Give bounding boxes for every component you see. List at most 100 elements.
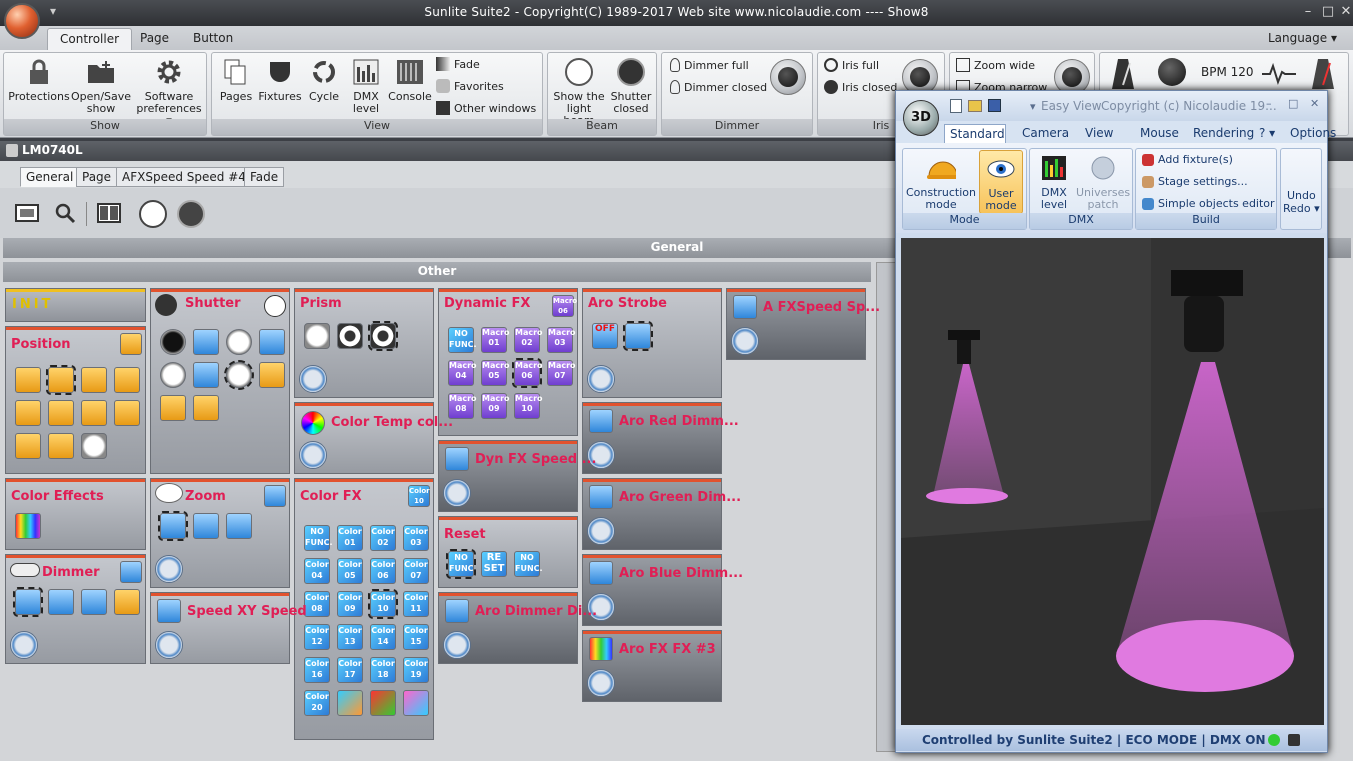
minimize-icon[interactable]: –	[1299, 3, 1317, 21]
color-button[interactable]: Color 20	[304, 690, 330, 716]
zoom-dial[interactable]	[155, 555, 183, 583]
ramp-icon[interactable]	[259, 362, 285, 388]
strobe-on-icon[interactable]	[623, 321, 653, 351]
screen-icon[interactable]	[14, 200, 40, 226]
macro-button[interactable]: Macro 01	[481, 327, 510, 353]
reset-nofunc-2-button[interactable]: NO FUNC.	[514, 551, 543, 577]
dimmer-closed-button[interactable]: Dimmer closed	[670, 79, 767, 97]
color-button[interactable]: Color 06	[370, 558, 396, 584]
center-pattern-icon[interactable]	[46, 365, 76, 395]
3d-scene-viewport[interactable]	[901, 238, 1324, 725]
settings-icon[interactable]	[1288, 734, 1300, 746]
color-button[interactable]: Color 19	[403, 657, 429, 683]
universes-patch-button[interactable]: Universes patch	[1076, 153, 1130, 211]
aro-green-dial[interactable]	[587, 517, 615, 545]
color-button[interactable]: Color 02	[370, 525, 396, 551]
metronome-red-icon[interactable]	[1310, 57, 1336, 94]
quick-access-dropdown-icon[interactable]: ▾	[1030, 100, 1036, 113]
color-button[interactable]: Color 01	[337, 525, 363, 551]
afx-speed-dial[interactable]	[731, 327, 759, 355]
prism-off-icon[interactable]	[304, 323, 330, 349]
search-icon[interactable]	[52, 200, 78, 226]
maximize-icon[interactable]: □	[1319, 3, 1337, 21]
open-folder-icon[interactable]	[968, 100, 982, 112]
s-pattern-icon[interactable]	[114, 367, 140, 393]
color-button[interactable]: Color 05	[337, 558, 363, 584]
macro-button[interactable]: Macro 10	[514, 393, 543, 419]
prism-dial[interactable]	[299, 365, 327, 393]
shutter-open-2-icon[interactable]	[160, 362, 186, 388]
zoom-2-icon[interactable]	[193, 513, 219, 539]
user-mode-button[interactable]: User mode	[979, 150, 1023, 214]
tab-page[interactable]: Page	[128, 28, 181, 50]
shutter-open-icon[interactable]	[226, 329, 252, 355]
protections-button[interactable]: Protections	[8, 57, 70, 103]
zoom-wide-button[interactable]: Zoom wide	[956, 57, 1035, 75]
undo-button[interactable]: Undo	[1287, 189, 1316, 202]
view3d-help-menu[interactable]: ? ▾	[1254, 124, 1280, 143]
random-strobe-icon[interactable]	[193, 362, 219, 388]
dimmer-dial[interactable]	[10, 631, 38, 659]
double-horizontal-pattern-icon[interactable]	[114, 400, 140, 426]
color-button[interactable]: Color 11	[403, 591, 429, 617]
language-menu[interactable]: Language ▾	[1268, 31, 1337, 45]
dmx-level-button[interactable]: DMX level	[346, 57, 386, 115]
color-effect-icon[interactable]	[403, 690, 429, 716]
color-nofunc-button[interactable]: NO FUNC.	[304, 525, 333, 551]
macro-button[interactable]: Macro 06	[512, 358, 543, 388]
color-button[interactable]: Color 17	[337, 657, 363, 683]
view3d-tab-mouse[interactable]: Mouse	[1135, 124, 1184, 143]
app-orb-button[interactable]	[4, 3, 40, 39]
rainbow-icon[interactable]	[15, 513, 41, 539]
simple-objects-editor-button[interactable]: Simple objects editor	[1142, 195, 1275, 213]
macro-button[interactable]: Macro 04	[448, 360, 477, 386]
pulse-icon[interactable]	[259, 329, 285, 355]
tap-button[interactable]	[1158, 58, 1186, 86]
open-save-show-button[interactable]: Open/Save show	[70, 57, 132, 115]
stage-settings-button[interactable]: Stage settings...	[1142, 173, 1248, 191]
new-file-icon[interactable]	[950, 99, 962, 113]
color-button[interactable]: Color 04	[304, 558, 330, 584]
color-effect-icon[interactable]	[370, 690, 396, 716]
color-button[interactable]: Color 13	[337, 624, 363, 650]
save-icon[interactable]	[988, 99, 1001, 112]
construction-mode-button[interactable]: Construction mode	[905, 153, 977, 211]
tab-controller[interactable]: Controller	[47, 28, 133, 50]
horizontal-pattern-icon[interactable]	[81, 400, 107, 426]
dimmer-knob[interactable]	[770, 59, 806, 95]
vertical-pattern-icon[interactable]	[15, 433, 41, 459]
color-button[interactable]: Color 03	[403, 525, 429, 551]
console-button[interactable]: Console	[388, 57, 432, 103]
cycle-button[interactable]: Cycle	[304, 57, 344, 103]
shutter-closed-icon[interactable]	[160, 329, 186, 355]
color-button[interactable]: Color 18	[370, 657, 396, 683]
macro-button[interactable]: Macro 03	[547, 327, 576, 353]
show-light-beam-button[interactable]: Show the light beam	[552, 57, 606, 127]
circle-pattern-icon[interactable]	[15, 367, 41, 393]
color-button[interactable]: Color 07	[403, 558, 429, 584]
iris-full-button[interactable]: Iris full	[824, 57, 879, 75]
metronome-icon[interactable]	[1110, 57, 1136, 94]
iris-closed-button[interactable]: Iris closed	[824, 79, 897, 97]
color-button[interactable]: Color 14	[370, 624, 396, 650]
color-button[interactable]: Color 12	[304, 624, 330, 650]
eight-pattern-icon[interactable]	[48, 400, 74, 426]
close-icon[interactable]: ✕	[1337, 3, 1353, 21]
color-button[interactable]: Color 08	[304, 591, 330, 617]
color-button[interactable]: Color 16	[304, 657, 330, 683]
add-fixtures-button[interactable]: Add fixture(s)	[1142, 151, 1233, 169]
dyn-fx-speed-dial[interactable]	[443, 479, 471, 507]
macro-button[interactable]: Macro 05	[481, 360, 510, 386]
layout-icon[interactable]	[96, 200, 122, 226]
page-tab-page[interactable]: Page	[76, 167, 118, 187]
page-tab-afxspeed[interactable]: AFXSpeed Speed #4	[116, 167, 252, 187]
double-vertical-pattern-icon[interactable]	[48, 433, 74, 459]
panel-init[interactable]: INIT	[5, 288, 146, 322]
dimmer-full-button[interactable]: Dimmer full	[670, 57, 749, 75]
wave-pattern-icon[interactable]	[15, 400, 41, 426]
dimmer-ramp-icon[interactable]	[114, 589, 140, 615]
software-preferences-button[interactable]: Software preferences ▾	[134, 57, 204, 127]
macro-nofunc-button[interactable]: NO FUNC.	[448, 327, 477, 353]
fixtures-button[interactable]: Fixtures	[258, 57, 302, 103]
speed-xy-dial[interactable]	[155, 631, 183, 659]
